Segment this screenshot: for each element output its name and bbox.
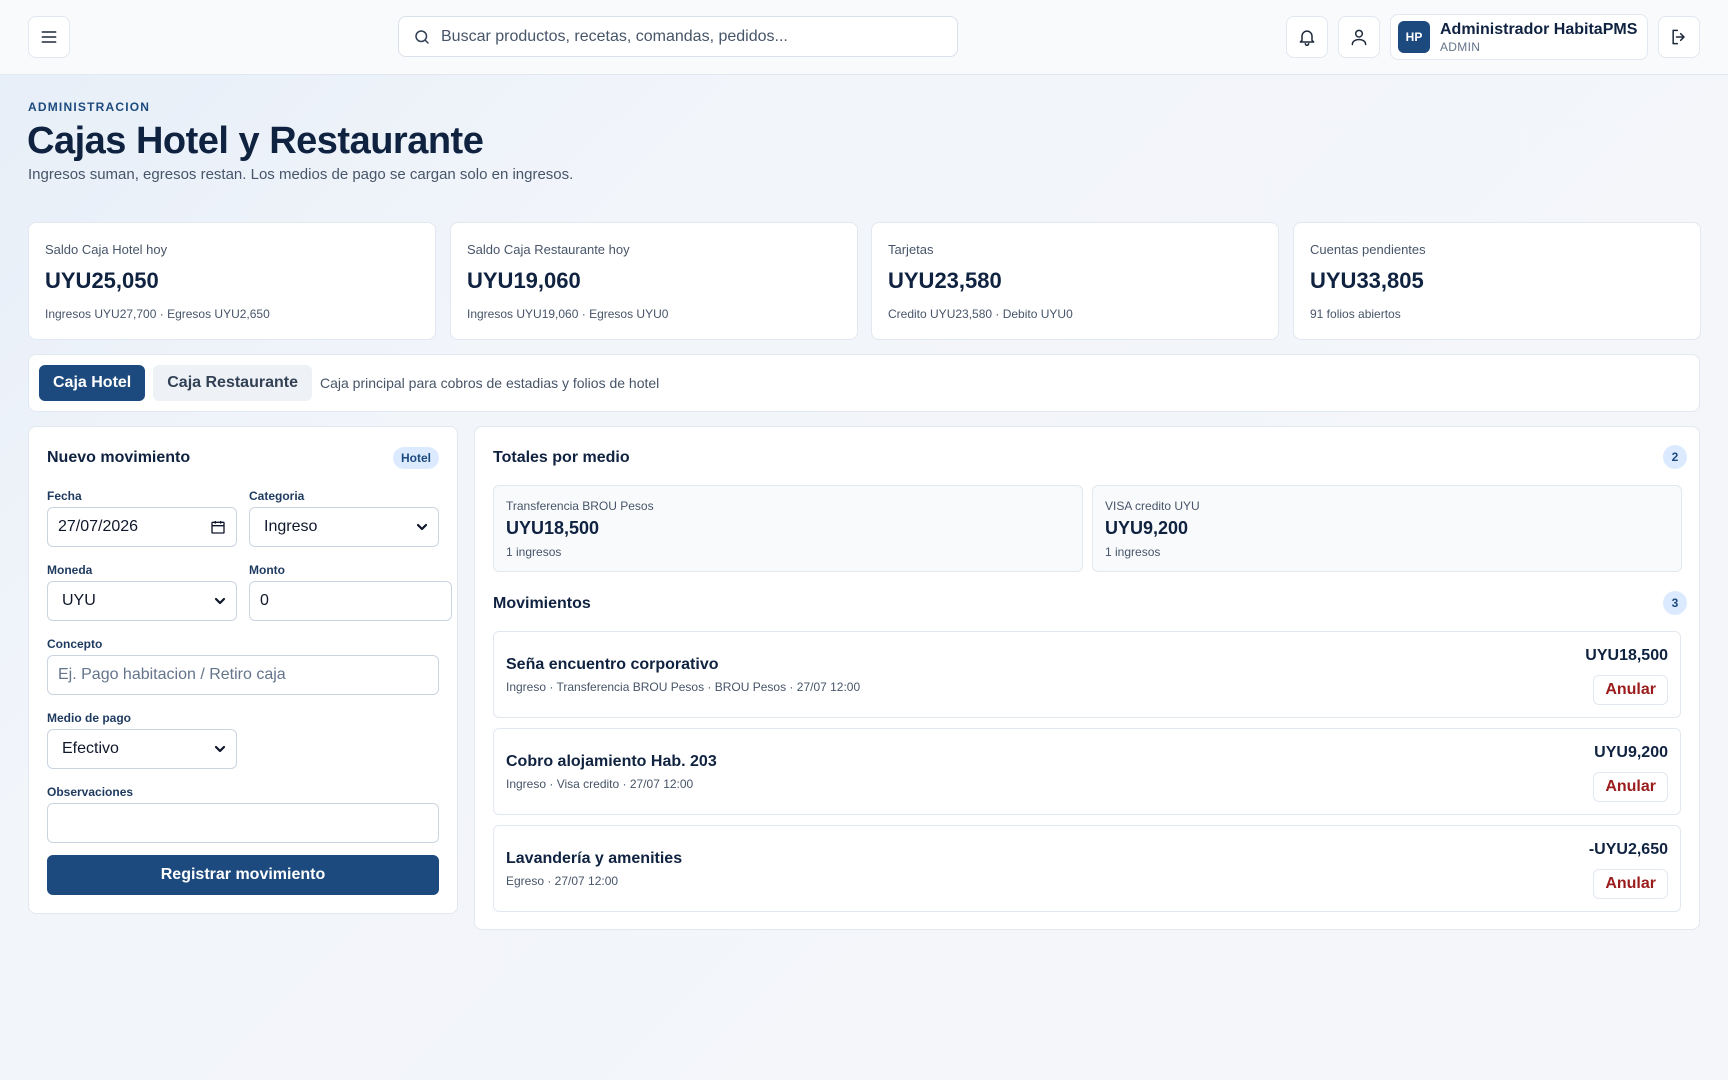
monto-label: Monto (249, 563, 285, 577)
stat-label: Cuentas pendientes (1310, 242, 1426, 257)
concepto-placeholder: Ej. Pago habitacion / Retiro caja (58, 666, 286, 683)
tab-caja-restaurante[interactable]: Caja Restaurante (153, 365, 312, 401)
stat-card-restaurante: Saldo Caja Restaurante hoy UYU19,060 Ing… (450, 222, 858, 340)
avatar: HP (1398, 21, 1430, 53)
list-item: Cobro alojamiento Hab. 203 Ingreso · Vis… (493, 728, 1681, 815)
stat-value: UYU19,060 (467, 268, 581, 293)
list-item: Seña encuentro corporativo Ingreso · Tra… (493, 631, 1681, 718)
monto-value: 0 (260, 592, 269, 609)
moneda-select[interactable]: UYU (47, 581, 237, 621)
form-title: Nuevo movimiento (47, 449, 191, 466)
stat-card-tarjetas: Tarjetas UYU23,580 Credito UYU23,580 · D… (871, 222, 1279, 340)
search-input[interactable] (441, 27, 941, 46)
medio-card: VISA credito UYU UYU9,200 1 ingresos (1092, 485, 1682, 572)
caja-summary-panel: Totales por medio 2 Transferencia BROU P… (474, 426, 1700, 930)
menu-icon (41, 31, 57, 43)
logout-icon (1672, 29, 1685, 45)
medio-name: VISA credito UYU (1105, 499, 1200, 513)
top-bar: HP Administrador HabitaPMS ADMIN (0, 0, 1728, 75)
list-item: Lavandería y amenities Egreso · 27/07 12… (493, 825, 1681, 912)
page-eyebrow: ADMINISTRACION (28, 100, 151, 114)
movimiento-title: Cobro alojamiento Hab. 203 (506, 753, 717, 770)
concepto-label: Concepto (47, 637, 103, 651)
tab-caja-hotel[interactable]: Caja Hotel (39, 365, 146, 401)
stat-label: Saldo Caja Restaurante hoy (467, 242, 630, 257)
user-name: Administrador HabitaPMS (1440, 20, 1638, 38)
stat-value: UYU23,580 (888, 268, 1002, 293)
concepto-input[interactable]: Ej. Pago habitacion / Retiro caja (47, 655, 439, 695)
stat-detail: Ingresos UYU19,060 · Egresos UYU0 (467, 307, 669, 321)
caja-tabs: Caja Hotel Caja Restaurante Caja princip… (28, 354, 1700, 412)
fecha-field[interactable]: 27/07/2026 (47, 507, 237, 547)
stat-card-hotel: Saldo Caja Hotel hoy UYU25,050 Ingresos … (28, 222, 436, 340)
menu-button[interactable] (28, 16, 70, 58)
nuevo-movimiento-form: Nuevo movimiento Hotel Fecha 27/07/2026 … (28, 426, 458, 914)
totales-title: Totales por medio (493, 449, 630, 466)
movimiento-title: Lavandería y amenities (506, 850, 683, 867)
stat-detail: Credito UYU23,580 · Debito UYU0 (888, 307, 1073, 321)
fecha-value: 27/07/2026 (58, 518, 139, 535)
medio-card: Transferencia BROU Pesos UYU18,500 1 ing… (493, 485, 1083, 572)
profile-button[interactable] (1338, 16, 1380, 58)
chevron-down-icon (214, 597, 226, 605)
movimiento-meta: Egreso · 27/07 12:00 (506, 874, 619, 888)
chevron-down-icon (416, 523, 428, 531)
observaciones-label: Observaciones (47, 785, 134, 799)
stat-detail: Ingresos UYU27,700 · Egresos UYU2,650 (45, 307, 270, 321)
monto-input[interactable]: 0 (249, 581, 452, 621)
anular-button[interactable]: Anular (1593, 772, 1668, 802)
stat-label: Saldo Caja Hotel hoy (45, 242, 168, 257)
movimientos-count-badge: 3 (1663, 591, 1687, 615)
medio-value: UYU9,200 (1105, 518, 1189, 538)
categoria-select[interactable]: Ingreso (249, 507, 439, 547)
moneda-label: Moneda (47, 563, 93, 577)
moneda-value: UYU (62, 592, 96, 609)
stat-value: UYU25,050 (45, 268, 159, 293)
chevron-down-icon (214, 745, 226, 753)
medio-pago-select[interactable]: Efectivo (47, 729, 237, 769)
bell-icon (1299, 30, 1315, 47)
movimiento-meta: Ingreso · Visa credito · 27/07 12:00 (506, 777, 694, 791)
categoria-value: Ingreso (264, 518, 318, 535)
observaciones-input[interactable] (47, 803, 439, 843)
user-card[interactable]: HP Administrador HabitaPMS ADMIN (1390, 14, 1648, 60)
stat-value: UYU33,805 (1310, 268, 1424, 293)
logout-button[interactable] (1658, 16, 1700, 58)
medio-count: 1 ingresos (1105, 545, 1161, 559)
totales-count-badge: 2 (1663, 445, 1687, 469)
registrar-movimiento-button[interactable]: Registrar movimiento (47, 855, 439, 895)
categoria-label: Categoria (249, 489, 305, 503)
movimientos-title: Movimientos (493, 595, 591, 612)
user-role: ADMIN (1440, 39, 1481, 54)
medio-count: 1 ingresos (506, 545, 562, 559)
page-subtitle: Ingresos suman, egresos restan. Los medi… (28, 166, 574, 183)
movimiento-amount: -UYU2,650 (1588, 841, 1668, 858)
calendar-icon[interactable] (210, 519, 226, 535)
stat-card-cuentas: Cuentas pendientes UYU33,805 91 folios a… (1293, 222, 1701, 340)
anular-button[interactable]: Anular (1593, 869, 1668, 899)
medio-value: UYU18,500 (506, 518, 600, 538)
medio-pago-label: Medio de pago (47, 711, 131, 725)
medio-name: Transferencia BROU Pesos (506, 499, 654, 513)
anular-button[interactable]: Anular (1593, 675, 1668, 705)
search-bar[interactable] (398, 16, 958, 57)
stat-label: Tarjetas (888, 242, 934, 257)
stat-detail: 91 folios abiertos (1310, 307, 1401, 321)
movimiento-amount: UYU9,200 (1594, 744, 1668, 761)
tab-description: Caja principal para cobros de estadias y… (319, 375, 660, 391)
user-icon (1351, 29, 1367, 46)
search-icon (415, 29, 429, 44)
movimiento-meta: Ingreso · Transferencia BROU Pesos · BRO… (506, 680, 861, 694)
movimiento-amount: UYU18,500 (1585, 647, 1668, 664)
movimiento-title: Seña encuentro corporativo (506, 656, 719, 673)
notifications-button[interactable] (1286, 16, 1328, 58)
caja-badge: Hotel (393, 447, 439, 469)
fecha-label: Fecha (47, 489, 82, 503)
medio-pago-value: Efectivo (62, 740, 119, 757)
page-title: Cajas Hotel y Restaurante (27, 120, 484, 162)
